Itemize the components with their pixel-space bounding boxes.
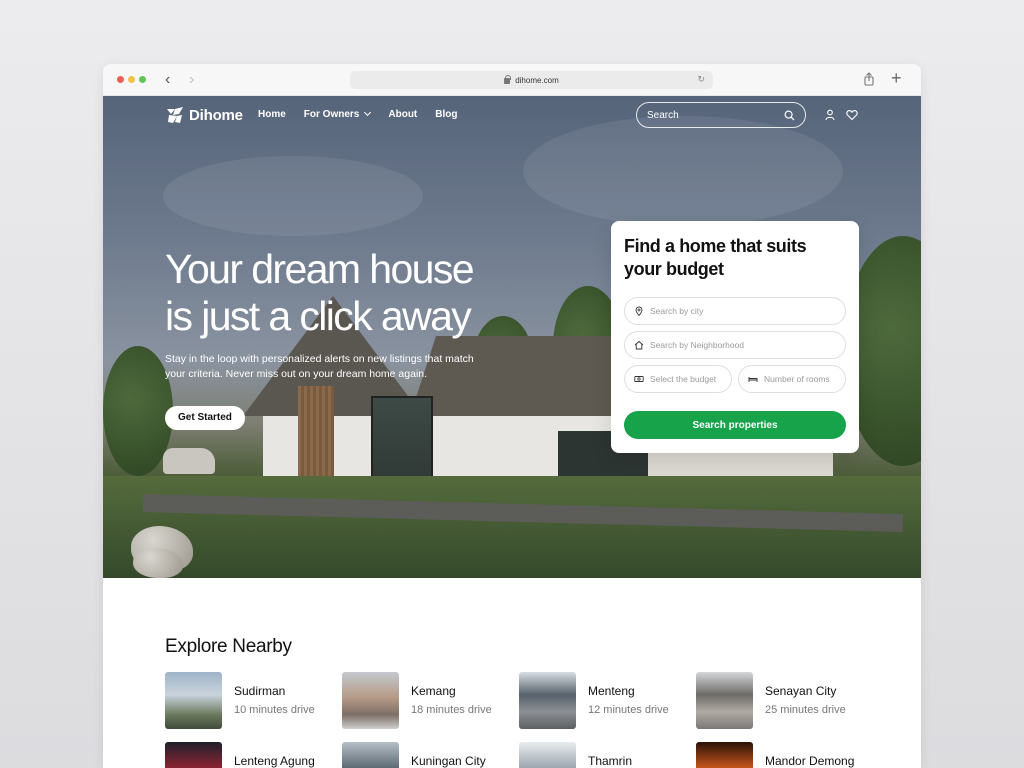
explore-nearby-title: Explore Nearby (165, 636, 292, 657)
rooms-placeholder: Number of rooms (764, 374, 830, 384)
place-thumbnail (696, 672, 753, 729)
money-icon (634, 376, 644, 382)
place-text: Mandor Demong (765, 742, 854, 768)
header-search-input[interactable]: Search (636, 102, 806, 128)
place-name: Mandor Demong (765, 754, 855, 768)
hero-headline-line1: Your dream house (165, 246, 475, 292)
finder-title: Find a home that suits your budget (624, 236, 807, 279)
hero-headline-line2: is just a click away (165, 293, 472, 339)
place-text: Thamrin (588, 742, 632, 768)
heart-icon[interactable] (846, 109, 858, 121)
location-pin-icon (635, 306, 643, 316)
browser-window: ‹ › dihome.com ↻ + Dihome Home For Owner… (103, 64, 921, 768)
site-header: Dihome Home For Owners About Blog Search (103, 96, 921, 136)
forward-arrow-icon[interactable]: › (189, 71, 194, 89)
nearby-place-item[interactable]: Senayan City 25 minutes drive (696, 672, 866, 732)
place-text: Senayan City 25 minutes drive (765, 672, 846, 732)
nearby-place-item[interactable]: Sudirman 10 minutes drive (165, 672, 335, 732)
place-drive-time: 10 minutes drive (234, 704, 315, 716)
city-search-field[interactable]: Search by city (624, 297, 846, 325)
brand-logo[interactable]: Dihome (165, 105, 243, 125)
place-name: Lenteng Agung (234, 754, 315, 768)
place-name: Thamrin (588, 754, 633, 768)
budget-select[interactable]: Select the budget (624, 365, 732, 393)
user-icon[interactable] (824, 109, 836, 121)
nearby-place-item[interactable]: Kuningan City (342, 742, 512, 768)
new-tab-icon[interactable]: + (891, 68, 902, 89)
nav-for-owners-label: For Owners (303, 109, 360, 120)
address-bar[interactable]: dihome.com ↻ (350, 71, 713, 89)
nav-home[interactable]: Home (258, 109, 286, 120)
browser-toolbar: ‹ › dihome.com ↻ + (103, 64, 921, 96)
lock-icon (504, 75, 512, 84)
home-icon (634, 340, 644, 350)
bed-icon (748, 377, 758, 382)
neighborhood-search-field[interactable]: Search by Neighborhood (624, 331, 846, 359)
main-nav: Home For Owners About Blog (258, 108, 457, 120)
nearby-place-item[interactable]: Thamrin (519, 742, 689, 768)
place-text: Lenteng Agung (234, 742, 315, 768)
place-drive-time: 25 minutes drive (765, 704, 846, 716)
brand-name: Dihome (189, 106, 243, 124)
place-name: Menteng (588, 684, 635, 698)
place-drive-time: 18 minutes drive (411, 704, 492, 716)
nav-for-owners[interactable]: For Owners (303, 108, 372, 120)
nearby-place-item[interactable]: Lenteng Agung (165, 742, 335, 768)
home-finder-card: Find a home that suits your budget Searc… (611, 221, 859, 453)
search-properties-button[interactable]: Search properties (624, 411, 846, 439)
car-shape (163, 448, 215, 474)
logo-mark-icon (167, 107, 183, 123)
city-search-placeholder: Search by city (650, 306, 704, 316)
place-text: Sudirman 10 minutes drive (234, 672, 315, 732)
place-name: Kemang (411, 684, 456, 698)
get-started-button[interactable]: Get Started (165, 406, 245, 430)
budget-rooms-row: Select the budget Number of rooms (624, 365, 846, 399)
nearby-place-item[interactable]: Menteng 12 minutes drive (519, 672, 689, 732)
hero-section: Dihome Home For Owners About Blog Search (103, 96, 921, 578)
back-arrow-icon[interactable]: ‹ (165, 71, 170, 89)
place-thumbnail (165, 742, 222, 768)
nearby-place-item[interactable]: Mandor Demong (696, 742, 866, 768)
hero-subtext: Stay in the loop with personalized alert… (165, 353, 474, 380)
minimize-window-button[interactable] (128, 76, 135, 83)
place-thumbnail (519, 742, 576, 768)
rooms-select[interactable]: Number of rooms (738, 365, 846, 393)
url-text: dihome.com (515, 75, 559, 85)
search-icon[interactable] (784, 110, 795, 121)
header-search-label: Search (647, 109, 679, 121)
place-name: Senayan City (765, 684, 837, 698)
place-thumbnail (696, 742, 753, 768)
nav-blog[interactable]: Blog (435, 109, 457, 120)
cloud-shape (163, 156, 423, 236)
reload-icon[interactable]: ↻ (697, 74, 705, 85)
place-thumbnail (342, 742, 399, 768)
place-name: Kuningan City (411, 754, 486, 768)
neighborhood-search-placeholder: Search by Neighborhood (650, 340, 745, 350)
budget-placeholder: Select the budget (650, 374, 717, 384)
place-name: Sudirman (234, 684, 286, 698)
rock-shape (133, 548, 183, 578)
chevron-down-icon (364, 108, 372, 117)
place-thumbnail (519, 672, 576, 729)
close-window-button[interactable] (117, 76, 124, 83)
share-icon[interactable] (863, 72, 875, 86)
hero-headline: Your dream house is just a click away (165, 246, 475, 340)
place-thumbnail (165, 672, 222, 729)
maximize-window-button[interactable] (139, 76, 146, 83)
nav-about[interactable]: About (388, 109, 417, 120)
nearby-place-item[interactable]: Kemang 18 minutes drive (342, 672, 512, 732)
place-text: Menteng 12 minutes drive (588, 672, 669, 732)
place-thumbnail (342, 672, 399, 729)
place-drive-time: 12 minutes drive (588, 704, 669, 716)
place-text: Kuningan City (411, 742, 486, 768)
place-text: Kemang 18 minutes drive (411, 672, 492, 732)
